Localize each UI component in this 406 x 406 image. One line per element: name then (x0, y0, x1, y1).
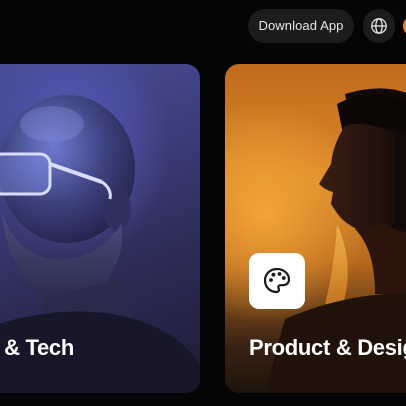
globe-icon (371, 18, 387, 34)
page: Download App & Tech Product & Desig (0, 0, 406, 406)
download-app-button[interactable]: Download App (248, 9, 354, 43)
category-card-engineering-tech[interactable]: ng & Tech (0, 64, 200, 393)
card-title: ng & Tech (0, 335, 75, 360)
palette-tile (249, 253, 305, 309)
card-title: Product & Desig (249, 335, 406, 360)
language-button[interactable] (363, 9, 395, 43)
category-card-product-design[interactable]: Product & Desig (225, 64, 406, 393)
palette-icon (263, 267, 291, 294)
